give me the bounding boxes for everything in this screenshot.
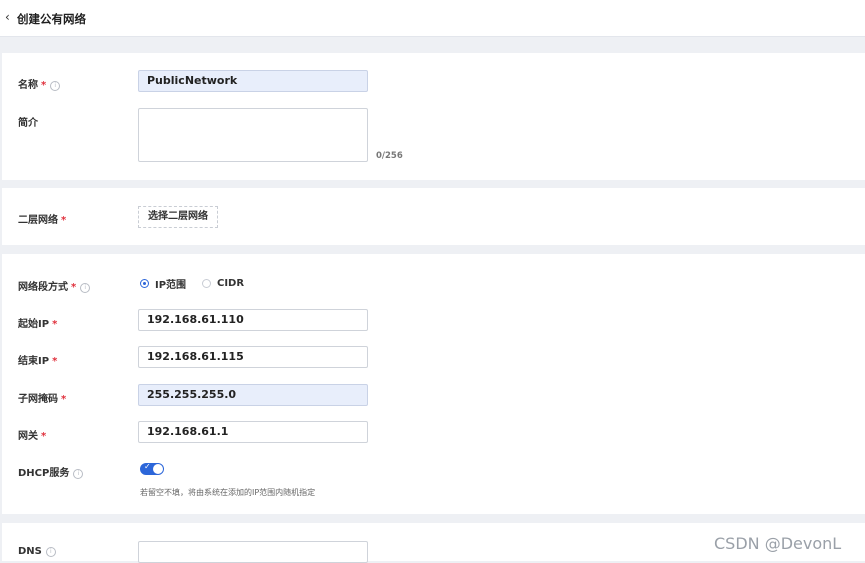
end-ip-label: 结束IP * <box>18 356 58 367</box>
check-icon: ✓ <box>144 462 151 471</box>
dns-input[interactable] <box>138 541 368 563</box>
l2-network-label: 二层网络 * <box>18 215 67 226</box>
toggle-knob <box>153 464 163 474</box>
radio-ip-range[interactable]: IP范围 <box>140 276 187 291</box>
description-char-counter: 0/256 <box>376 151 403 161</box>
required-mark: * <box>71 282 77 293</box>
dhcp-toggle[interactable]: ✓ <box>140 462 164 475</box>
radio-unselected-icon <box>202 278 211 288</box>
required-mark: * <box>61 394 67 405</box>
description-label: 简介 <box>18 118 38 129</box>
required-mark: * <box>41 431 47 442</box>
description-textarea[interactable] <box>138 108 368 162</box>
info-icon: i <box>45 547 56 557</box>
end-ip-input[interactable]: 192.168.61.115 <box>138 346 368 368</box>
subnet-mask-label: 子网掩码 * <box>18 394 67 405</box>
radio-cidr-label: CIDR <box>217 277 245 289</box>
info-icon: i <box>73 469 84 479</box>
back-chevron-icon[interactable]: ‹ <box>5 10 10 24</box>
radio-cidr[interactable]: CIDR <box>202 276 244 290</box>
required-mark: * <box>41 80 47 91</box>
required-mark: * <box>61 215 67 226</box>
page-header: ‹ 创建公有网络 <box>0 0 865 37</box>
ip-range-card <box>2 254 865 514</box>
select-l2-network-button[interactable]: 选择二层网络 <box>138 206 218 228</box>
radio-ip-range-label: IP范围 <box>155 279 187 291</box>
start-ip-input[interactable]: 192.168.61.110 <box>138 309 368 331</box>
dhcp-label: DHCP服务 i <box>18 464 84 479</box>
dns-label: DNS i <box>18 546 56 557</box>
name-label: 名称 * i <box>18 76 61 91</box>
dhcp-hint: 若留空不填，将由系统在添加的IP范围内随机指定 <box>140 488 316 497</box>
basic-info-card <box>2 53 865 180</box>
page-title: 创建公有网络 <box>17 12 86 26</box>
gateway-label: 网关 * <box>18 431 47 442</box>
gateway-input[interactable]: 192.168.61.1 <box>138 421 368 443</box>
subnet-mask-input[interactable]: 255.255.255.0 <box>138 384 368 406</box>
l2-network-card <box>2 188 865 245</box>
start-ip-label: 起始IP * <box>18 319 58 330</box>
radio-selected-icon <box>140 278 149 288</box>
network-mode-label: 网络段方式 * i <box>18 278 91 293</box>
required-mark: * <box>52 356 58 367</box>
required-mark: * <box>52 319 58 330</box>
info-icon: i <box>80 283 91 293</box>
watermark: CSDN @DevonL <box>714 534 842 553</box>
name-input[interactable]: PublicNetwork <box>138 70 368 92</box>
info-icon: i <box>50 81 61 91</box>
